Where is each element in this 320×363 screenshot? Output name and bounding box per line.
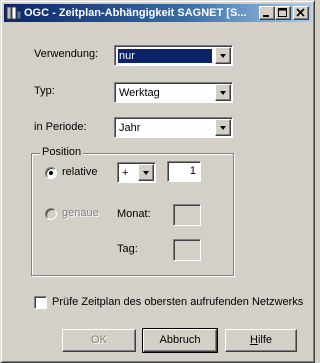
periode-label: in Periode:	[34, 121, 87, 133]
ok-button-label: OK	[91, 334, 107, 346]
periode-value: Jahr	[119, 122, 141, 134]
typ-select[interactable]: Werktag	[114, 82, 233, 103]
close-icon	[296, 8, 305, 17]
offset-value: 1	[189, 165, 196, 177]
abbruch-button-label: Abbruch	[159, 334, 201, 346]
chevron-down-icon[interactable]	[138, 164, 154, 181]
verwendung-label: Verwendung:	[34, 48, 99, 60]
chevron-down-icon[interactable]	[215, 119, 231, 136]
hilfe-mnemonic: H	[249, 334, 258, 346]
verwendung-select[interactable]: nur	[114, 45, 233, 66]
relative-radio[interactable]	[45, 167, 57, 179]
periode-select[interactable]: Jahr	[114, 117, 233, 138]
maximize-button[interactable]	[275, 6, 291, 20]
verwendung-value: nur	[118, 49, 212, 63]
chevron-down-icon[interactable]	[215, 84, 231, 101]
genaue-label: genaue	[62, 207, 99, 219]
tag-input[interactable]	[173, 239, 201, 261]
dialog-window: OGC - Zeitplan-Abhängigkeit SAGNET [S...…	[0, 0, 315, 363]
tag-label: Tag:	[117, 243, 138, 255]
maximize-icon	[278, 8, 287, 17]
offset-input[interactable]: 1	[167, 161, 201, 182]
genaue-radio[interactable]	[45, 208, 57, 220]
minimize-button[interactable]	[259, 6, 275, 20]
position-group-title: Position	[40, 146, 84, 158]
sign-select[interactable]: +	[117, 162, 156, 183]
app-icon	[6, 5, 22, 21]
pruefe-checkbox[interactable]	[34, 296, 47, 309]
typ-value: Werktag	[119, 87, 160, 99]
pruefe-label[interactable]: Prüfe Zeitplan des obersten aufrufenden …	[52, 296, 303, 308]
ok-button[interactable]: OK	[62, 329, 136, 352]
minimize-icon	[263, 15, 269, 17]
monat-input[interactable]	[173, 204, 201, 226]
hilfe-button[interactable]: Hilfe	[225, 329, 297, 352]
window-title: OGC - Zeitplan-Abhängigkeit SAGNET [S...	[24, 7, 247, 19]
sign-value: +	[122, 167, 129, 179]
monat-label: Monat:	[117, 208, 151, 220]
relative-label[interactable]: relative	[62, 166, 97, 178]
abbruch-button[interactable]: Abbruch	[142, 328, 218, 353]
typ-label: Typ:	[34, 85, 55, 97]
chevron-down-icon[interactable]	[215, 47, 231, 64]
title-bar[interactable]: OGC - Zeitplan-Abhängigkeit SAGNET [S...	[4, 4, 311, 22]
hilfe-button-label: ilfe	[257, 334, 272, 346]
close-button[interactable]	[293, 6, 309, 20]
